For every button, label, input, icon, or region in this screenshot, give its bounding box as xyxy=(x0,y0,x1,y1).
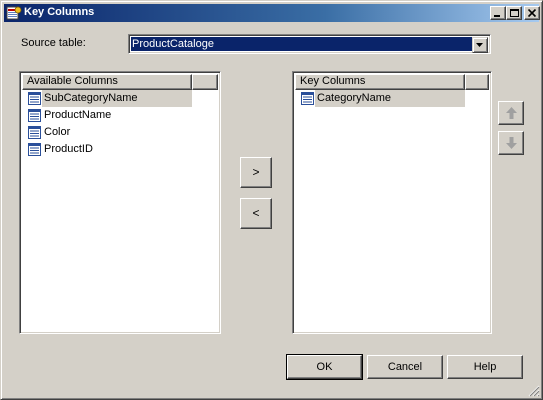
close-icon xyxy=(528,9,537,18)
available-column-item[interactable]: Color xyxy=(22,124,218,141)
column-icon xyxy=(28,92,41,105)
header-filler xyxy=(465,74,489,90)
up-arrow-icon xyxy=(506,107,517,119)
key-column-item[interactable]: CategoryName xyxy=(295,90,489,107)
cancel-button[interactable]: Cancel xyxy=(367,355,443,379)
available-column-item[interactable]: ProductName xyxy=(22,107,218,124)
available-columns-header[interactable]: Available Columns xyxy=(22,74,192,90)
header-filler xyxy=(192,74,218,90)
column-name: ProductID xyxy=(44,143,93,155)
column-icon xyxy=(28,143,41,156)
key-columns-dialog: Key Columns Source table: ProductCatalog… xyxy=(0,0,543,400)
available-column-item[interactable]: SubCategoryName xyxy=(22,90,218,107)
dropdown-button[interactable] xyxy=(472,37,488,53)
key-columns-rows: CategoryName xyxy=(295,90,489,107)
column-name: ProductName xyxy=(44,109,112,121)
remove-column-button[interactable]: < xyxy=(240,198,272,229)
title-bar[interactable]: Key Columns xyxy=(4,4,540,22)
move-down-button[interactable] xyxy=(498,131,524,155)
resize-grip-icon[interactable] xyxy=(528,385,540,397)
source-table-label: Source table: xyxy=(21,37,86,49)
move-up-button[interactable] xyxy=(498,101,524,125)
window-title: Key Columns xyxy=(24,6,95,18)
dialog-app-icon xyxy=(6,6,22,20)
source-table-dropdown[interactable]: ProductCataloge xyxy=(128,34,491,54)
ok-button[interactable]: OK xyxy=(286,354,363,380)
column-name: SubCategoryName xyxy=(42,90,140,107)
available-columns-header-row: Available Columns xyxy=(22,74,218,90)
source-table-value: ProductCataloge xyxy=(131,37,472,51)
minimize-icon xyxy=(494,15,500,17)
help-button[interactable]: Help xyxy=(447,355,523,379)
column-icon xyxy=(28,126,41,139)
column-name: CategoryName xyxy=(315,90,393,107)
maximize-button[interactable] xyxy=(506,6,522,20)
column-name: Color xyxy=(44,126,71,138)
chevron-down-icon xyxy=(476,43,483,47)
key-columns-header-row: Key Columns xyxy=(295,74,489,90)
column-icon xyxy=(28,109,41,122)
available-columns-list[interactable]: Available Columns SubCategoryName Product… xyxy=(19,71,221,334)
available-column-item[interactable]: ProductID xyxy=(22,141,218,158)
key-columns-list[interactable]: Key Columns CategoryName xyxy=(292,71,492,334)
close-button[interactable] xyxy=(524,6,540,20)
add-column-button[interactable]: > xyxy=(240,157,272,188)
maximize-icon xyxy=(510,9,519,17)
down-arrow-icon xyxy=(506,137,517,149)
minimize-button[interactable] xyxy=(490,6,506,20)
column-icon xyxy=(301,92,314,105)
available-columns-rows: SubCategoryName ProductName Color ProductID xyxy=(22,90,218,158)
key-columns-header[interactable]: Key Columns xyxy=(295,74,465,90)
